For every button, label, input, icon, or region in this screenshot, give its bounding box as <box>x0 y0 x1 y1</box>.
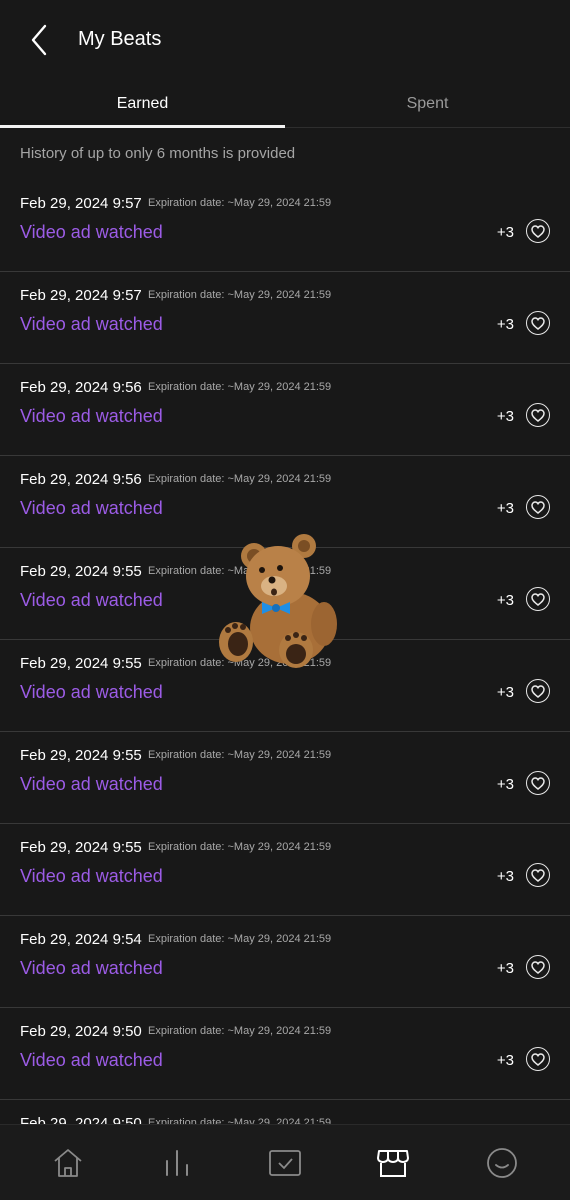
transaction-row[interactable]: Feb 29, 2024 9:57 Expiration date: ~May 2… <box>0 180 570 272</box>
expiration-date: Expiration date: ~May 29, 2024 21:59 <box>148 473 332 485</box>
beat-heart-badge <box>526 771 550 795</box>
nav-tasks[interactable] <box>255 1133 315 1193</box>
expiration-date: Expiration date: ~May 29, 2024 21:59 <box>148 1025 332 1037</box>
transaction-description: Video ad watched <box>20 1050 163 1070</box>
transaction-row[interactable]: Feb 29, 2024 9:55 Expiration date: ~May 2… <box>0 732 570 824</box>
expiration-date: Expiration date: ~May 29, 2024 21:59 <box>148 841 332 853</box>
transaction-date: Feb 29, 2024 9:57 <box>20 287 142 304</box>
beat-heart-badge <box>526 955 550 979</box>
beats-amount: +3 <box>496 868 514 885</box>
home-icon <box>54 1148 82 1177</box>
nav-store[interactable] <box>363 1133 423 1193</box>
nav-home[interactable] <box>38 1133 98 1193</box>
transaction-description: Video ad watched <box>20 774 163 794</box>
transaction-row[interactable]: Feb 29, 2024 9:50 Expiration date: ~May 2… <box>0 1100 570 1124</box>
transaction-date: Feb 29, 2024 9:55 <box>20 655 142 672</box>
history-note: History of up to only 6 months is provid… <box>20 145 296 162</box>
heart-icon <box>531 868 545 882</box>
transaction-row[interactable]: Feb 29, 2024 9:56 Expiration date: ~May 2… <box>0 364 570 456</box>
beats-amount: +3 <box>496 1052 514 1069</box>
beat-heart-badge <box>526 311 550 335</box>
beats-amount: +3 <box>496 408 514 425</box>
beats-amount: +3 <box>496 776 514 793</box>
heart-icon <box>531 500 545 514</box>
transaction-date: Feb 29, 2024 9:55 <box>20 747 142 764</box>
transaction-date: Feb 29, 2024 9:50 <box>20 1115 142 1124</box>
beats-amount: +3 <box>496 500 514 517</box>
transaction-description: Video ad watched <box>20 222 163 242</box>
transaction-description: Video ad watched <box>20 498 163 518</box>
tab-spent[interactable]: Spent <box>285 80 570 128</box>
expiration-date: Expiration date: ~May 29, 2024 21:59 <box>148 749 332 761</box>
smiley-icon <box>486 1147 517 1178</box>
chart-icon <box>165 1149 188 1176</box>
transaction-description: Video ad watched <box>20 682 163 702</box>
active-tab-indicator <box>0 125 285 128</box>
expiration-date: Expiration date: ~May 29, 2024 21:59 <box>148 381 332 393</box>
transaction-row[interactable]: Feb 29, 2024 9:54 Expiration date: ~May 2… <box>0 916 570 1008</box>
transaction-description: Video ad watched <box>20 406 163 426</box>
transaction-date: Feb 29, 2024 9:54 <box>20 931 142 948</box>
bottom-navigation <box>0 1124 570 1200</box>
page-title: My Beats <box>78 28 162 50</box>
nav-profile[interactable] <box>472 1133 532 1193</box>
beat-heart-badge <box>526 219 550 243</box>
expiration-date: Expiration date: ~May 29, 2024 21:59 <box>148 1117 332 1124</box>
beat-heart-badge <box>526 495 550 519</box>
heart-icon <box>531 960 545 974</box>
transaction-row[interactable]: Feb 29, 2024 9:57 Expiration date: ~May 2… <box>0 272 570 364</box>
store-icon <box>377 1149 410 1177</box>
check-box-icon <box>269 1149 301 1176</box>
transaction-row[interactable]: Feb 29, 2024 9:50 Expiration date: ~May 2… <box>0 1008 570 1100</box>
beat-heart-badge <box>526 679 550 703</box>
app-header: My Beats <box>0 0 570 80</box>
expiration-date: Expiration date: ~May 29, 2024 21:59 <box>148 933 332 945</box>
transaction-date: Feb 29, 2024 9:56 <box>20 379 142 396</box>
beats-amount: +3 <box>496 224 514 241</box>
teddy-bear-icon <box>219 534 337 668</box>
heart-icon <box>531 684 545 698</box>
transaction-description: Video ad watched <box>20 590 163 610</box>
back-button[interactable] <box>22 22 56 58</box>
beats-amount: +3 <box>496 316 514 333</box>
heart-icon <box>531 776 545 790</box>
heart-icon <box>531 1052 545 1066</box>
heart-icon <box>531 224 545 238</box>
beat-heart-badge <box>526 587 550 611</box>
transaction-date: Feb 29, 2024 9:55 <box>20 563 142 580</box>
beats-amount: +3 <box>496 960 514 977</box>
transaction-description: Video ad watched <box>20 866 163 886</box>
expiration-date: Expiration date: ~May 29, 2024 21:59 <box>148 197 332 209</box>
nav-stats[interactable] <box>147 1133 207 1193</box>
heart-icon <box>531 316 545 330</box>
expiration-date: Expiration date: ~May 29, 2024 21:59 <box>148 289 332 301</box>
beats-amount: +3 <box>496 592 514 609</box>
heart-icon <box>531 592 545 606</box>
transaction-description: Video ad watched <box>20 958 163 978</box>
chevron-left-icon <box>31 24 47 56</box>
transaction-date: Feb 29, 2024 9:50 <box>20 1023 142 1040</box>
transaction-description: Video ad watched <box>20 314 163 334</box>
beat-heart-badge <box>526 1047 550 1071</box>
beat-heart-badge <box>526 863 550 887</box>
tab-earned[interactable]: Earned <box>0 80 285 128</box>
transaction-date: Feb 29, 2024 9:56 <box>20 471 142 488</box>
transaction-date: Feb 29, 2024 9:55 <box>20 839 142 856</box>
transaction-date: Feb 29, 2024 9:57 <box>20 195 142 212</box>
beat-heart-badge <box>526 403 550 427</box>
tab-bar: Earned Spent <box>0 80 570 128</box>
beats-amount: +3 <box>496 684 514 701</box>
transaction-row[interactable]: Feb 29, 2024 9:55 Expiration date: ~May 2… <box>0 824 570 916</box>
heart-icon <box>531 408 545 422</box>
